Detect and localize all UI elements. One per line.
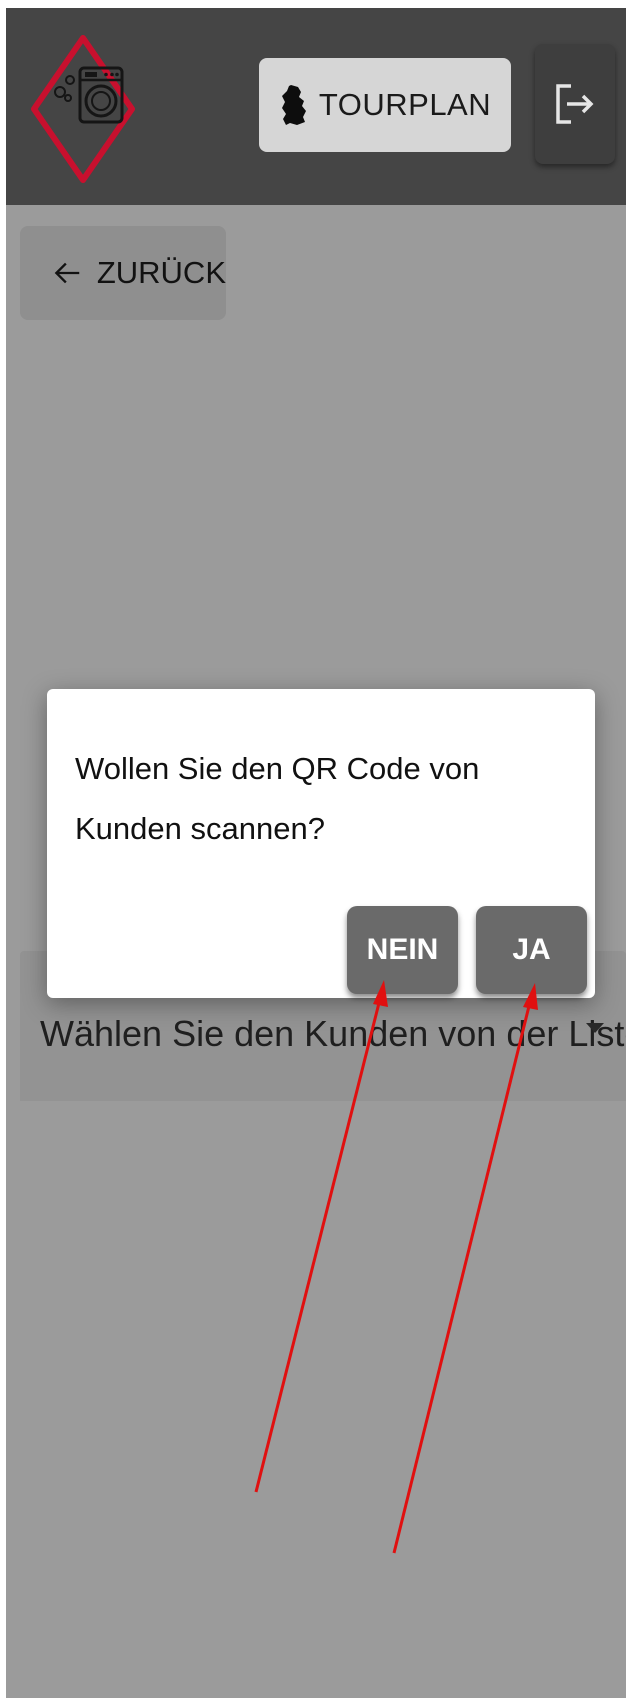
dialog-message: Wollen Sie den QR Code von Kunden scanne… [75,751,480,846]
app-screen: TOURPLAN ZURÜCK Wählen Sie den Kunden vo… [6,8,626,1698]
tourplan-button[interactable]: TOURPLAN [259,58,511,152]
no-button[interactable]: NEIN [347,906,458,994]
arrow-left-icon [54,262,80,284]
germany-map-icon [281,85,306,125]
logout-button[interactable] [535,44,615,164]
washing-machine-logo[interactable] [28,32,138,186]
qr-scan-dialog: Wollen Sie den QR Code von Kunden scanne… [47,689,595,998]
back-button-label: ZURÜCK [96,255,226,290]
logout-icon [556,84,594,124]
back-button[interactable]: ZURÜCK [20,226,226,320]
customer-select-text: Wählen Sie den Kunden von der Liste [40,1013,626,1054]
yes-button[interactable]: JA [476,906,587,994]
chevron-down-icon [586,1023,604,1033]
tourplan-label: TOURPLAN [318,87,492,122]
app-bar: TOURPLAN [6,8,626,205]
